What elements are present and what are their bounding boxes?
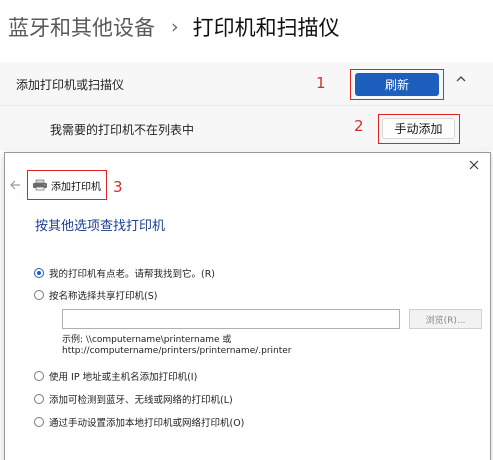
example-line-2: http://computername/printers/printername… bbox=[62, 346, 292, 356]
close-icon[interactable] bbox=[468, 159, 480, 171]
option-local-printer[interactable]: 通过手动设置添加本地打印机或网络打印机(O) bbox=[34, 415, 244, 429]
annotation-box-refresh: 刷新 bbox=[350, 69, 444, 100]
breadcrumb-separator: › bbox=[171, 16, 179, 38]
option-old-printer[interactable]: 我的打印机有点老。请帮我找到它。(R) bbox=[34, 266, 215, 280]
option-shared-printer-label: 按名称选择共享打印机(S) bbox=[49, 291, 158, 302]
option-old-printer-label: 我的打印机有点老。请帮我找到它。(R) bbox=[49, 269, 216, 280]
shared-printer-name-input[interactable] bbox=[62, 309, 400, 329]
radio-ip-address[interactable] bbox=[34, 371, 44, 381]
back-arrow-icon[interactable] bbox=[9, 179, 21, 191]
add-printer-dialog: 添加打印机 3 按其他选项查找打印机 我的打印机有点老。请帮我找到它。(R) 按… bbox=[4, 152, 491, 460]
radio-shared-printer[interactable] bbox=[34, 290, 44, 300]
breadcrumb: 蓝牙和其他设备 › 打印机和扫描仪 bbox=[8, 12, 485, 42]
page-title: 打印机和扫描仪 bbox=[192, 16, 340, 40]
example-text: 示例: \\computername\printername 或 http://… bbox=[62, 335, 292, 357]
breadcrumb-parent[interactable]: 蓝牙和其他设备 bbox=[8, 12, 155, 42]
option-shared-printer[interactable]: 按名称选择共享打印机(S) bbox=[34, 288, 157, 302]
add-device-row[interactable]: 添加打印机或扫描仪 1 刷新 bbox=[0, 62, 493, 106]
browse-button[interactable]: 浏览(R)... bbox=[409, 309, 482, 329]
option-wireless-printer-label: 添加可检测到蓝牙、无线或网络的打印机(L) bbox=[49, 395, 233, 406]
printer-not-listed-label: 我需要的打印机不在列表中 bbox=[50, 123, 195, 137]
radio-old-printer[interactable] bbox=[34, 268, 44, 278]
dialog-title: 添加打印机 bbox=[51, 181, 101, 193]
add-device-label: 添加打印机或扫描仪 bbox=[16, 78, 125, 92]
dialog-heading: 按其他选项查找打印机 bbox=[35, 219, 166, 234]
example-line-1: 示例: \\computername\printername 或 bbox=[62, 335, 232, 345]
annotation-number-3: 3 bbox=[113, 178, 123, 196]
chevron-up-icon[interactable] bbox=[454, 72, 468, 86]
add-printer-card: 添加打印机或扫描仪 1 刷新 我需要的打印机不在列表中 2 手动添加 bbox=[0, 62, 493, 150]
printer-icon bbox=[33, 179, 47, 191]
manual-add-button[interactable]: 手动添加 bbox=[382, 118, 455, 139]
annotation-number-2: 2 bbox=[354, 117, 364, 135]
option-ip-address-label: 使用 IP 地址或主机名添加打印机(I) bbox=[49, 372, 198, 383]
option-wireless-printer[interactable]: 添加可检测到蓝牙、无线或网络的打印机(L) bbox=[34, 392, 233, 406]
annotation-box-manual-add: 手动添加 bbox=[378, 114, 460, 144]
dialog-title-bar: 添加打印机 bbox=[27, 170, 107, 200]
refresh-button[interactable]: 刷新 bbox=[355, 73, 439, 96]
option-local-printer-label: 通过手动设置添加本地打印机或网络打印机(O) bbox=[49, 418, 245, 429]
option-ip-address[interactable]: 使用 IP 地址或主机名添加打印机(I) bbox=[34, 369, 197, 383]
printer-not-listed-row: 我需要的打印机不在列表中 2 手动添加 bbox=[0, 106, 493, 150]
annotation-number-1: 1 bbox=[316, 74, 326, 92]
radio-local-printer[interactable] bbox=[34, 417, 44, 427]
radio-wireless-printer[interactable] bbox=[34, 394, 44, 404]
